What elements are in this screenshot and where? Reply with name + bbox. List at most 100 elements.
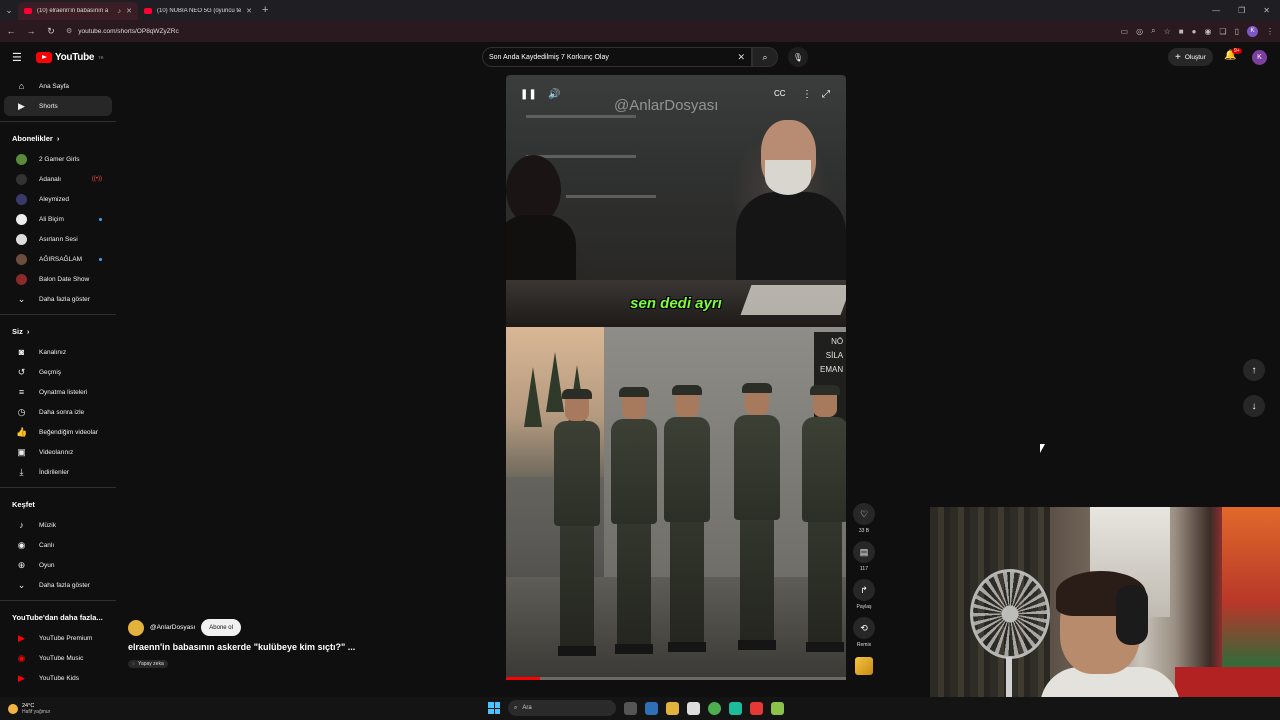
channel-name[interactable]: @AnlarDosyası — [150, 624, 195, 631]
puzzle-icon[interactable]: ❏ — [1219, 27, 1226, 36]
sidebar-item-downloads[interactable]: ⤓ İndirilenler — [4, 462, 112, 482]
comments-button[interactable]: ▤ — [853, 541, 875, 563]
search-button[interactable]: ⌕ — [752, 47, 778, 67]
channel-avatar[interactable] — [128, 619, 144, 636]
new-tab-button[interactable]: + — [262, 4, 268, 16]
maximize-icon[interactable]: ❐ — [1238, 6, 1245, 15]
sidebar-item-subscription[interactable]: Adanalı ((•)) — [4, 169, 112, 189]
sound-thumbnail[interactable] — [855, 657, 873, 675]
mouse-cursor-icon — [1040, 444, 1045, 453]
sidebar-item-gaming[interactable]: ⊕ Oyun — [4, 555, 112, 575]
pause-icon[interactable]: ❚❚ — [520, 89, 537, 100]
bookmark-star-icon[interactable]: ☆ — [1164, 27, 1171, 36]
chrome-menu-icon[interactable]: ⋮ — [1266, 27, 1274, 36]
zoom-icon[interactable]: ⌕ — [1151, 26, 1155, 36]
share-button[interactable]: ↱ — [853, 579, 875, 601]
weather-widget[interactable]: 24°C Hafif yağmur — [8, 703, 50, 715]
file-explorer-icon[interactable] — [666, 701, 679, 715]
video-progress-bar[interactable] — [506, 677, 846, 680]
cast-icon[interactable]: ▭ — [1121, 27, 1129, 36]
sidebar-item-your-channel[interactable]: ◙ Kanalınız — [4, 342, 112, 362]
fan — [970, 569, 1050, 659]
speaker-icon[interactable]: ♪ — [118, 8, 122, 15]
chevron-down-icon: ⌄ — [17, 293, 26, 304]
sidebar-item-your-videos[interactable]: ▣ Videolarınız — [4, 442, 112, 462]
tab-search-icon[interactable]: ⌄ — [0, 0, 18, 20]
create-button[interactable]: + Oluştur — [1168, 48, 1213, 66]
user-icon: ◙ — [18, 347, 25, 357]
you-header[interactable]: Siz › — [0, 320, 116, 342]
browser-tab-1[interactable]: (10) elraenn'in babasının a ♪ ✕ — [18, 2, 138, 20]
clear-search-icon[interactable]: ✕ — [737, 52, 745, 63]
sidebar-item-subscription[interactable]: Aleymized — [4, 189, 112, 209]
sidebar-item-youtube-kids[interactable]: ▶ YouTube Kids — [4, 668, 112, 688]
sidebar-item-subscription[interactable]: Asırların Sesi — [4, 229, 112, 249]
reload-icon[interactable]: ↻ — [46, 26, 56, 37]
extension-icon[interactable]: ■ — [1179, 27, 1184, 36]
sidebar-item-subscription[interactable]: AĞIRSAĞLAM — [4, 249, 112, 269]
extension-icon[interactable]: ● — [1192, 27, 1197, 36]
sidebar-item-youtube-music[interactable]: ◉ YouTube Music — [4, 648, 112, 668]
search-input[interactable]: Son Anda Kaydedilmiş 7 Korkunç Olay ✕ — [482, 47, 752, 67]
sidebar-item-shorts[interactable]: ▶ Shorts — [4, 96, 112, 116]
close-window-icon[interactable]: ✕ — [1263, 6, 1270, 15]
sidebar-item-live[interactable]: ◉ Canlı — [4, 535, 112, 555]
sidebar-item-youtube-premium[interactable]: ▶ YouTube Premium — [4, 628, 112, 648]
show-more-subscriptions[interactable]: ⌄ Daha fazla göster — [4, 289, 112, 309]
url-field[interactable]: ⚙ youtube.com/shorts/OP8qWZyZRc — [66, 23, 1111, 39]
remix-label: Remix — [856, 642, 872, 648]
app-icon[interactable] — [750, 701, 763, 715]
show-more-explore[interactable]: ⌄ Daha fazla göster — [4, 575, 112, 595]
profile-avatar[interactable]: K — [1247, 25, 1258, 37]
browser-tab-2[interactable]: (10) NUBIA NEO 5G (oyuncu te ✕ — [138, 2, 258, 20]
sidebar-item-music[interactable]: ♪ Müzik — [4, 515, 112, 535]
task-view-icon[interactable] — [624, 701, 637, 715]
more-options-icon[interactable]: ⋮ — [802, 89, 812, 100]
app-icon[interactable] — [771, 701, 784, 715]
sidebar-item-subscription[interactable]: 2 Gamer Girls — [4, 149, 112, 169]
sidebar: ⌂ Ana Sayfa ▶ Shorts Abonelikler › 2 Gam… — [0, 76, 116, 688]
url-text: youtube.com/shorts/OP8qWZyZRc — [78, 27, 179, 35]
sidebar-item-home[interactable]: ⌂ Ana Sayfa — [4, 76, 112, 96]
sidebar-item-label: YouTube Kids — [39, 674, 79, 682]
shorts-player[interactable]: @AnlarDosyası sen dedi ayrı NÖ SİLA EMAN… — [506, 75, 846, 680]
eye-off-icon[interactable]: ◎ — [1136, 27, 1143, 36]
previous-short-button[interactable]: ↑ — [1243, 359, 1265, 381]
sidebar-item-subscription[interactable]: Ali Biçim — [4, 209, 112, 229]
close-tab-icon[interactable]: ✕ — [246, 7, 252, 15]
account-avatar[interactable]: K — [1252, 50, 1267, 65]
ai-chip[interactable]: ◌ Yapay zeka — [128, 660, 168, 668]
channel-avatar — [16, 193, 27, 205]
like-button[interactable]: ♡ — [853, 503, 875, 525]
sidebar-item-history[interactable]: ↺ Geçmiş — [4, 362, 112, 382]
widgets-icon[interactable] — [645, 701, 658, 715]
windows-start-icon[interactable] — [488, 702, 500, 714]
sidebar-item-subscription[interactable]: Balon Date Show — [4, 269, 112, 289]
captions-icon[interactable]: CC — [774, 89, 786, 98]
close-tab-icon[interactable]: ✕ — [126, 7, 132, 15]
sidebar-item-watch-later[interactable]: ◷ Daha sonra izle — [4, 402, 112, 422]
sidepanel-icon[interactable]: ▯ — [1235, 27, 1239, 36]
fullscreen-icon[interactable]: ⤢ — [822, 89, 830, 100]
volume-icon[interactable]: 🔊 — [548, 89, 560, 100]
forward-icon[interactable]: → — [26, 26, 36, 36]
chrome-icon[interactable] — [708, 701, 721, 715]
next-short-button[interactable]: ↓ — [1243, 395, 1265, 417]
subscribe-button[interactable]: Abone ol — [201, 619, 241, 636]
site-info-icon[interactable]: ⚙ — [66, 27, 72, 35]
subscriptions-header[interactable]: Abonelikler › — [0, 127, 116, 149]
sidebar-item-liked-videos[interactable]: 👍 Beğendiğim videolar — [4, 422, 112, 442]
voice-search-button[interactable]: 🎙 — [788, 47, 808, 67]
short-title[interactable]: elraenn'in babasının askerde "kulübeye k… — [128, 642, 355, 652]
hamburger-menu-icon[interactable]: ☰ — [12, 51, 26, 64]
taskbar-search[interactable]: ⌕ Ara — [508, 700, 616, 716]
download-icon: ⤓ — [19, 466, 24, 477]
app-icon[interactable] — [729, 701, 742, 715]
youtube-logo[interactable]: YouTube TR — [36, 51, 104, 63]
back-icon[interactable]: ← — [6, 26, 16, 36]
minimize-icon[interactable]: — — [1212, 6, 1220, 15]
sidebar-item-playlists[interactable]: ≡ Oynatma listeleri — [4, 382, 112, 402]
store-icon[interactable] — [687, 701, 700, 715]
extension-icon[interactable]: ◉ — [1204, 27, 1211, 36]
remix-button[interactable]: ⟲ — [853, 617, 875, 639]
